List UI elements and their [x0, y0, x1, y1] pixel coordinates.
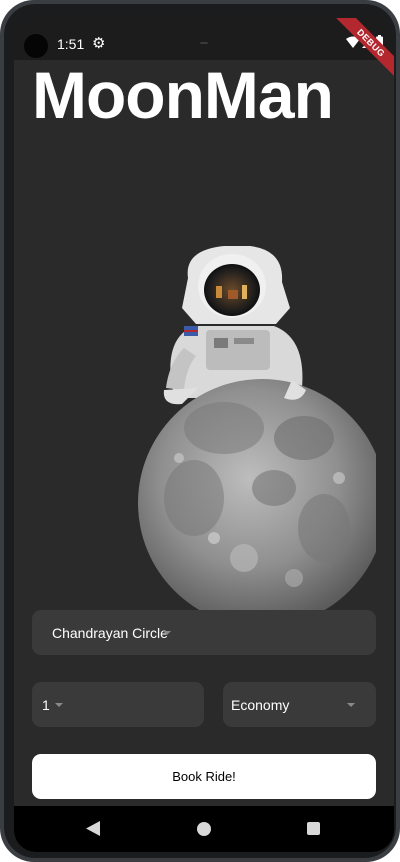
front-camera — [24, 34, 48, 58]
destination-dropdown[interactable]: Chandrayan Circle — [32, 610, 376, 655]
app-title: MoonMan — [32, 58, 334, 132]
passenger-count-dropdown[interactable]: 1 — [32, 682, 204, 727]
gear-icon: ⚙ — [92, 35, 106, 52]
phone-frame: 1:51 ⚙ DEBUG MoonMan Chandrayan Circle 1… — [0, 0, 400, 862]
travel-class-dropdown[interactable]: Economy — [223, 682, 376, 727]
destination-value: Chandrayan Circle — [52, 625, 168, 641]
phone-bezel: 1:51 ⚙ DEBUG MoonMan Chandrayan Circle 1… — [4, 4, 396, 858]
navigation-bar — [14, 806, 394, 852]
astronaut-moon-image — [138, 246, 376, 627]
speaker-grille — [200, 42, 208, 44]
status-time: 1:51 — [57, 36, 85, 52]
debug-banner: DEBUG — [334, 18, 394, 80]
status-bar: 1:51 ⚙ DEBUG — [14, 18, 394, 80]
app-screen: 1:51 ⚙ DEBUG MoonMan Chandrayan Circle 1… — [14, 18, 394, 852]
home-icon[interactable] — [197, 822, 211, 836]
chevron-down-icon — [163, 631, 171, 635]
book-ride-button[interactable]: Book Ride! — [32, 754, 376, 799]
passenger-count-value: 1 — [42, 697, 50, 713]
travel-class-value: Economy — [231, 697, 290, 713]
chevron-down-icon — [55, 703, 63, 707]
recents-icon[interactable] — [307, 822, 320, 835]
back-icon[interactable] — [86, 821, 100, 836]
chevron-down-icon — [347, 703, 355, 707]
